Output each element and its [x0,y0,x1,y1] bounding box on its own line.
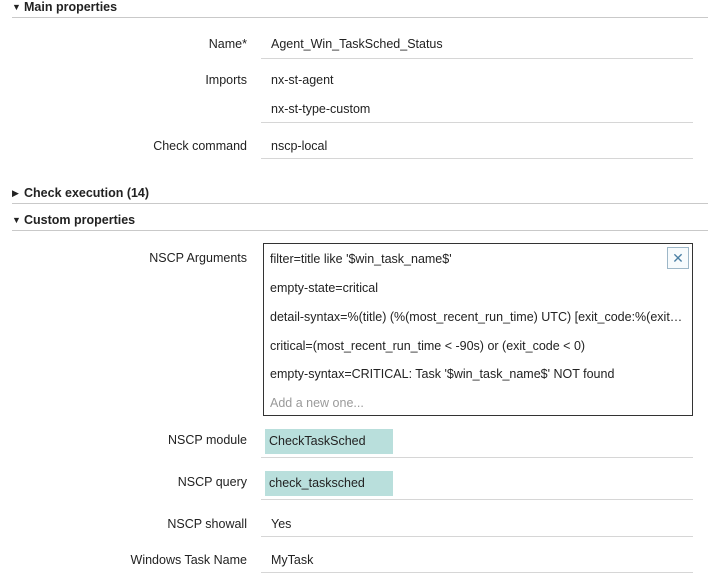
name-field[interactable]: Agent_Win_TaskSched_Status [261,30,693,59]
windows-task-name-field[interactable]: MyTask [261,545,693,573]
imports-item[interactable]: nx-st-agent [261,66,693,94]
nscp-arguments-label: NSCP Arguments [149,251,247,265]
section-main-title: Main properties [24,0,118,14]
imports-item[interactable]: nx-st-type-custom [261,94,693,123]
imports-value-1: nx-st-agent [271,73,334,87]
windows-task-name-value: MyTask [271,553,314,567]
nscp-query-label: NSCP query [177,475,247,489]
windows-task-name-label: Windows Task Name [130,553,247,567]
nscp-query-field[interactable]: check_tasksched [265,471,393,496]
nscp-argument-item[interactable]: critical=(most_recent_run_time < -90s) o… [270,339,690,353]
section-main-properties[interactable]: ▼ Main properties [12,0,708,18]
imports-label: Imports [205,73,247,87]
nscp-module-label: NSCP module [168,433,247,447]
caret-down-icon: ▼ [12,215,21,225]
add-argument-input[interactable]: Add a new one... [270,396,690,410]
section-check-execution[interactable]: ▶ Check execution (14) [12,186,708,204]
nscp-argument-item[interactable]: filter=title like '$win_task_name$' [270,252,690,266]
imports-value-2: nx-st-type-custom [271,102,371,116]
nscp-argument-item[interactable]: empty-state=critical [270,281,690,295]
nscp-showall-value: Yes [271,517,292,531]
section-check-execution-title: Check execution (14) [24,186,150,200]
check-command-field[interactable]: nscp-local [261,131,693,159]
name-value: Agent_Win_TaskSched_Status [271,37,443,51]
section-custom-properties[interactable]: ▼ Custom properties [12,213,708,231]
caret-right-icon: ▶ [12,188,19,198]
nscp-showall-label: NSCP showall [167,517,247,531]
nscp-showall-field[interactable]: Yes [261,509,693,537]
caret-down-icon: ▼ [12,2,21,12]
check-command-value: nscp-local [271,139,328,153]
section-custom-title: Custom properties [24,213,136,227]
name-label: Name* [208,37,247,51]
nscp-module-field[interactable]: CheckTaskSched [265,429,393,454]
nscp-argument-item[interactable]: detail-syntax=%(title) (%(most_recent_ru… [270,310,686,324]
nscp-arguments-editor[interactable]: filter=title like '$win_task_name$' empt… [263,243,693,416]
nscp-argument-item[interactable]: empty-syntax=CRITICAL: Task '$win_task_n… [270,367,690,381]
check-command-label: Check command [153,139,247,153]
close-icon[interactable]: ✕ [667,247,689,269]
